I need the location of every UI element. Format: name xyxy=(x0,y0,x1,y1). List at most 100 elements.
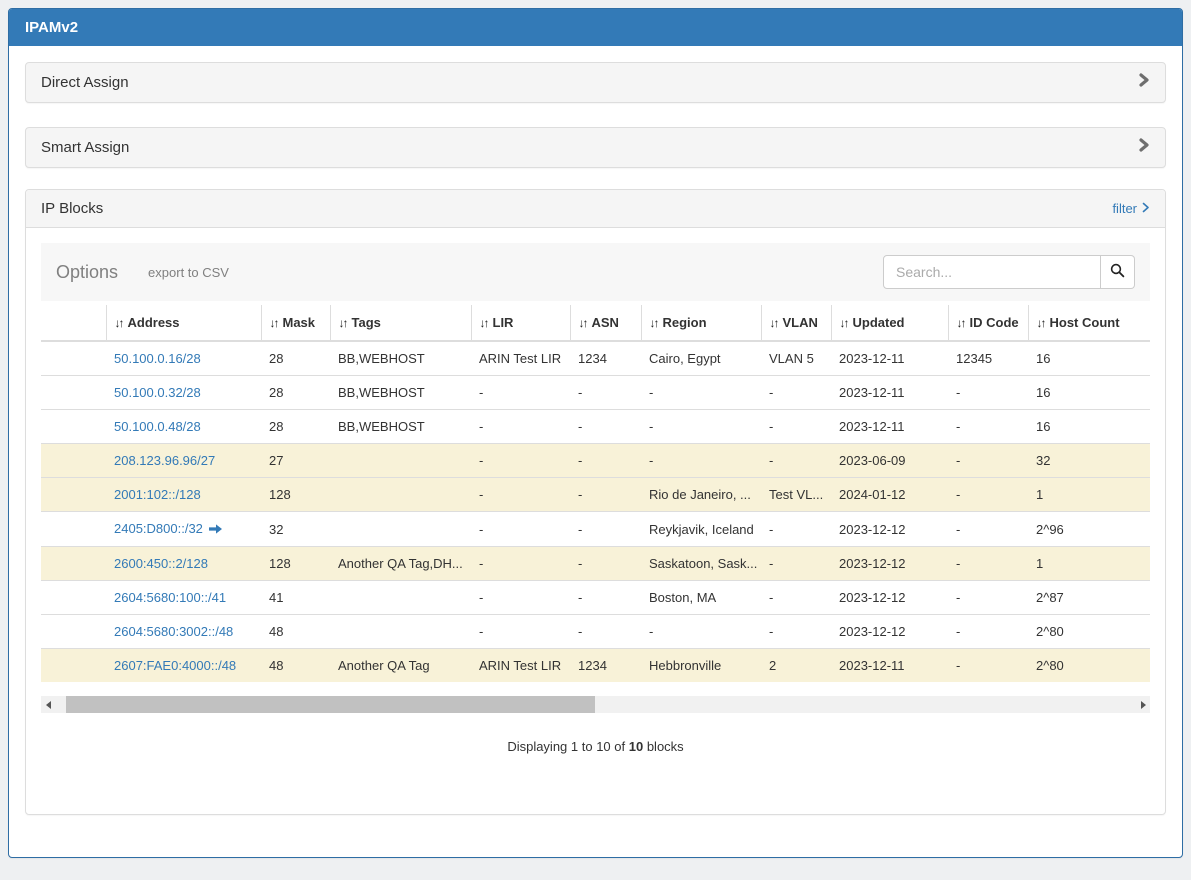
address-link[interactable]: 2001:102::/128 xyxy=(114,487,201,502)
column-header-id-code[interactable]: ↓↑ID Code xyxy=(948,305,1028,341)
address-link[interactable]: 2600:450::2/128 xyxy=(114,556,208,571)
cell-asn: - xyxy=(570,410,641,444)
cell-tags xyxy=(330,512,471,547)
cell-asn: 1234 xyxy=(570,649,641,683)
cell-vlan: - xyxy=(761,615,831,649)
options-title: Options xyxy=(56,262,118,283)
cell-host-count: 16 xyxy=(1028,341,1150,376)
cell-address: 2607:FAE0:4000::/48 xyxy=(106,649,261,683)
app-title: IPAMv2 xyxy=(9,9,1182,46)
sort-icon: ↓↑ xyxy=(840,316,848,330)
export-csv-link[interactable]: export to CSV xyxy=(148,265,229,280)
scroll-left-arrow-icon[interactable] xyxy=(41,696,55,713)
cell-region: Rio de Janeiro, ... xyxy=(641,478,761,512)
cell-host-count: 2^80 xyxy=(1028,615,1150,649)
horizontal-scrollbar[interactable] xyxy=(41,696,1150,713)
cell-mask: 27 xyxy=(261,444,330,478)
cell-address: 2604:5680:100::/41 xyxy=(106,581,261,615)
address-link[interactable]: 2604:5680:100::/41 xyxy=(114,590,226,605)
cell-lir: - xyxy=(471,581,570,615)
cell-vlan: - xyxy=(761,512,831,547)
scrollbar-track[interactable] xyxy=(55,696,1136,713)
address-link[interactable]: 50.100.0.16/28 xyxy=(114,351,201,366)
cell-mask: 32 xyxy=(261,512,330,547)
sort-icon: ↓↑ xyxy=(480,316,488,330)
cell-updated: 2023-12-12 xyxy=(831,581,948,615)
cell-asn: - xyxy=(570,478,641,512)
cell-mask: 41 xyxy=(261,581,330,615)
cell-tags xyxy=(330,478,471,512)
column-header-address[interactable]: ↓↑Address xyxy=(106,305,261,341)
cell-lir: - xyxy=(471,444,570,478)
column-header-region[interactable]: ↓↑Region xyxy=(641,305,761,341)
search-group xyxy=(883,255,1135,289)
sort-icon: ↓↑ xyxy=(957,316,965,330)
cell-host-count: 1 xyxy=(1028,547,1150,581)
sort-icon: ↓↑ xyxy=(1037,316,1045,330)
chevron-right-icon xyxy=(1139,72,1150,93)
table-row: 50.100.0.32/2828BB,WEBHOST----2023-12-11… xyxy=(41,376,1150,410)
cell-region: - xyxy=(641,410,761,444)
table-header-row: ↓↑Address ↓↑Mask ↓↑Tags ↓↑LIR ↓↑ASN ↓↑Re… xyxy=(41,305,1150,341)
cell-vlan: - xyxy=(761,581,831,615)
chevron-right-icon xyxy=(1142,201,1150,216)
column-header-vlan[interactable]: ↓↑VLAN xyxy=(761,305,831,341)
address-link[interactable]: 2604:5680:3002::/48 xyxy=(114,624,233,639)
table-row: 50.100.0.16/2828BB,WEBHOSTARIN Test LIR1… xyxy=(41,341,1150,376)
address-link[interactable]: 50.100.0.48/28 xyxy=(114,419,201,434)
column-header-host-count[interactable]: ↓↑Host Count xyxy=(1028,305,1150,341)
cell-lir: ARIN Test LIR xyxy=(471,341,570,376)
filter-link[interactable]: filter xyxy=(1112,201,1150,216)
table-row: 2607:FAE0:4000::/4848Another QA TagARIN … xyxy=(41,649,1150,683)
search-input[interactable] xyxy=(883,255,1101,289)
cell-updated: 2023-12-11 xyxy=(831,376,948,410)
cell-updated: 2024-01-12 xyxy=(831,478,948,512)
cell-mask: 48 xyxy=(261,649,330,683)
address-link[interactable]: 208.123.96.96/27 xyxy=(114,453,215,468)
cell-updated: 2023-12-11 xyxy=(831,341,948,376)
cell-vlan: - xyxy=(761,410,831,444)
column-header-asn[interactable]: ↓↑ASN xyxy=(570,305,641,341)
scrollbar-thumb[interactable] xyxy=(66,696,596,713)
address-link[interactable]: 2607:FAE0:4000::/48 xyxy=(114,658,236,673)
cell-address: 50.100.0.16/28 xyxy=(106,341,261,376)
cell-vlan: VLAN 5 xyxy=(761,341,831,376)
column-header-updated[interactable]: ↓↑Updated xyxy=(831,305,948,341)
smart-assign-label: Smart Assign xyxy=(41,139,129,156)
cell-lir: - xyxy=(471,376,570,410)
sort-icon: ↓↑ xyxy=(770,316,778,330)
search-button[interactable] xyxy=(1101,255,1135,289)
scroll-right-arrow-icon[interactable] xyxy=(1136,696,1150,713)
table-body: 50.100.0.16/2828BB,WEBHOSTARIN Test LIR1… xyxy=(41,341,1150,682)
cell-region: - xyxy=(641,376,761,410)
cell-vlan: - xyxy=(761,376,831,410)
direct-assign-accordion[interactable]: Direct Assign xyxy=(25,62,1166,103)
cell-vlan: Test VL... xyxy=(761,478,831,512)
cell-updated: 2023-12-12 xyxy=(831,512,948,547)
address-link[interactable]: 50.100.0.32/28 xyxy=(114,385,201,400)
cell-address: 2405:D800::/32 xyxy=(106,512,261,547)
address-link[interactable]: 2405:D800::/32 xyxy=(114,521,203,536)
cell-expand xyxy=(41,615,106,649)
cell-tags: Another QA Tag xyxy=(330,649,471,683)
cell-asn: - xyxy=(570,376,641,410)
column-header-tags[interactable]: ↓↑Tags xyxy=(330,305,471,341)
cell-expand xyxy=(41,341,106,376)
cell-tags xyxy=(330,581,471,615)
cell-lir: - xyxy=(471,478,570,512)
filter-label: filter xyxy=(1112,201,1137,216)
table-row: 50.100.0.48/2828BB,WEBHOST----2023-12-11… xyxy=(41,410,1150,444)
cell-id-code: - xyxy=(948,478,1028,512)
smart-assign-accordion[interactable]: Smart Assign xyxy=(25,127,1166,168)
cell-vlan: - xyxy=(761,547,831,581)
cell-expand xyxy=(41,581,106,615)
cell-region: Hebbronville xyxy=(641,649,761,683)
column-header-lir[interactable]: ↓↑LIR xyxy=(471,305,570,341)
cell-address: 2600:450::2/128 xyxy=(106,547,261,581)
column-header-expand xyxy=(41,305,106,341)
cell-lir: - xyxy=(471,615,570,649)
cell-lir: - xyxy=(471,512,570,547)
cell-vlan: - xyxy=(761,444,831,478)
cell-region: Reykjavik, Iceland xyxy=(641,512,761,547)
column-header-mask[interactable]: ↓↑Mask xyxy=(261,305,330,341)
